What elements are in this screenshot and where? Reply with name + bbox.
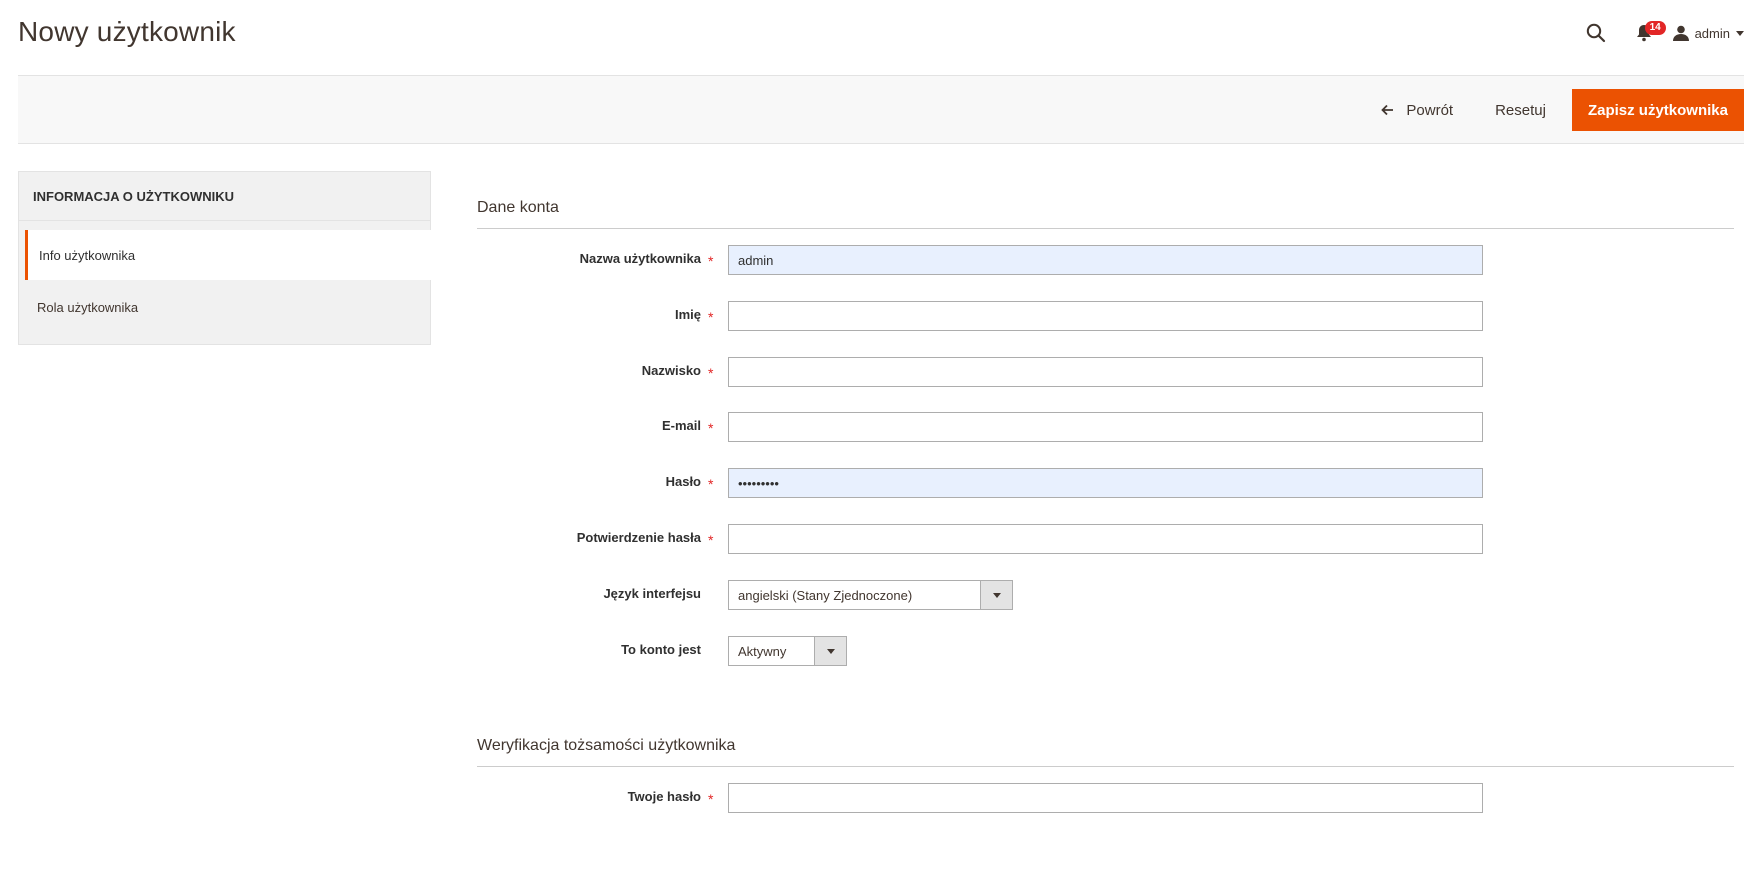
save-user-button[interactable]: Zapisz użytkownika [1571,89,1744,131]
interface-locale-select[interactable]: angielski (Stany Zjednoczone) [728,580,1013,610]
required-marker: * [708,532,714,548]
arrow-left-icon [1381,104,1394,116]
sidebar-title: INFORMACJA O UŻYTKOWNIKU [19,172,430,221]
section-title-account: Dane konta [477,199,559,216]
page-actions-bar: Powrót Resetuj Zapisz użytkownika [18,75,1744,144]
email-input[interactable] [728,412,1483,442]
sidebar-item-user-role[interactable]: Rola użytkownika [25,282,431,332]
is-active-select[interactable]: Aktywny [728,636,847,666]
notifications-button[interactable]: 14 [1629,18,1666,48]
username-input[interactable]: admin [728,245,1483,275]
required-marker: * [708,476,714,492]
password-confirm-input[interactable] [728,524,1483,554]
section-divider [477,228,1734,229]
sidebar-tabs: INFORMACJA O UŻYTKOWNIKU Info użytkownik… [18,171,431,345]
firstname-input[interactable] [728,301,1483,331]
sidebar-item-label: Info użytkownika [39,247,136,263]
lastname-label: Nazwisko [641,363,701,378]
interface-locale-label: Język interfejsu [603,586,701,601]
chevron-down-icon [980,581,1012,609]
required-marker: * [708,365,714,381]
section-divider [477,766,1734,767]
user-menu[interactable]: admin [1672,25,1744,41]
required-marker: * [708,253,714,269]
user-icon [1672,25,1689,41]
sidebar-item-user-info[interactable]: Info użytkownika [25,230,431,280]
current-password-input[interactable] [728,783,1483,813]
required-marker: * [708,309,714,325]
email-label: E-mail [661,418,701,433]
is-active-label: To konto jest [621,642,701,657]
search-icon[interactable] [1581,18,1611,48]
firstname-label: Imię [674,307,701,322]
chevron-down-icon [814,637,846,665]
chevron-down-icon [1736,30,1744,36]
back-button-label: Powrót [1406,101,1454,119]
page-title: Nowy użytkownik [18,16,236,47]
is-active-value: Aktywny [738,643,787,659]
back-button[interactable]: Powrót [1365,89,1469,131]
current-password-label: Twoje hasło [627,789,701,804]
section-title-verification: Weryfikacja tożsamości użytkownika [477,737,736,754]
header-actions: 14 admin [1581,18,1744,48]
lastname-input[interactable] [728,357,1483,387]
required-marker: * [708,791,714,807]
user-name: admin [1694,25,1730,41]
sidebar-item-label: Rola użytkownika [37,299,139,315]
password-label: Hasło [665,474,701,489]
notifications-badge: 14 [1644,21,1666,35]
interface-locale-value: angielski (Stany Zjednoczone) [738,587,913,603]
required-marker: * [708,420,714,436]
password-input[interactable]: ••••••••• [728,468,1483,498]
username-label: Nazwa użytkownika [579,251,701,266]
reset-button[interactable]: Resetuj [1481,89,1560,131]
password-confirm-label: Potwierdzenie hasła [576,530,701,545]
page-actions: Powrót Resetuj Zapisz użytkownika [1365,89,1744,131]
